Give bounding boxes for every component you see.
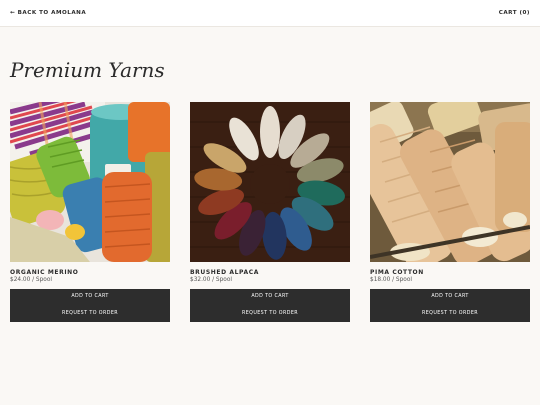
product-card-organic-merino: ORGANIC MERINO $24.00 / Spool ADD TO CAR… (10, 102, 170, 322)
product-price: $32.00 / Spool (190, 277, 232, 283)
product-card-pima-cotton: PIMA COTTON $18.00 / Spool ADD TO CART R… (370, 102, 530, 322)
product-actions: ADD TO CART REQUEST TO ORDER (190, 289, 350, 322)
product-card-brushed-alpaca: BRUSHED ALPACA $32.00 / Spool ADD TO CAR… (190, 102, 350, 322)
product-name[interactable]: PIMA COTTON (370, 269, 530, 276)
top-bar: ← BACK TO AMOLANA CART (0) (0, 0, 540, 27)
back-to-amolana-link[interactable]: ← BACK TO AMOLANA (10, 10, 86, 16)
product-name[interactable]: BRUSHED ALPACA (190, 269, 350, 276)
product-actions: ADD TO CART REQUEST TO ORDER (370, 289, 530, 322)
product-name[interactable]: ORGANIC MERINO (10, 269, 170, 276)
product-image-brushed-alpaca[interactable] (190, 102, 350, 262)
product-image-organic-merino[interactable] (10, 102, 170, 262)
add-to-cart-button[interactable]: ADD TO CART (190, 289, 350, 306)
page-title: Premium Yarns (10, 58, 165, 82)
request-to-order-button[interactable]: REQUEST TO ORDER (190, 306, 350, 323)
product-image-pima-cotton[interactable] (370, 102, 530, 262)
product-actions: ADD TO CART REQUEST TO ORDER (10, 289, 170, 322)
request-to-order-button[interactable]: REQUEST TO ORDER (10, 306, 170, 323)
add-to-cart-button[interactable]: ADD TO CART (10, 289, 170, 306)
add-to-cart-button[interactable]: ADD TO CART (370, 289, 530, 306)
cart-link[interactable]: CART (0) (499, 10, 530, 16)
product-price: $24.00 / Spool (10, 277, 52, 283)
product-price: $18.00 / Spool (370, 277, 412, 283)
request-to-order-button[interactable]: REQUEST TO ORDER (370, 306, 530, 323)
